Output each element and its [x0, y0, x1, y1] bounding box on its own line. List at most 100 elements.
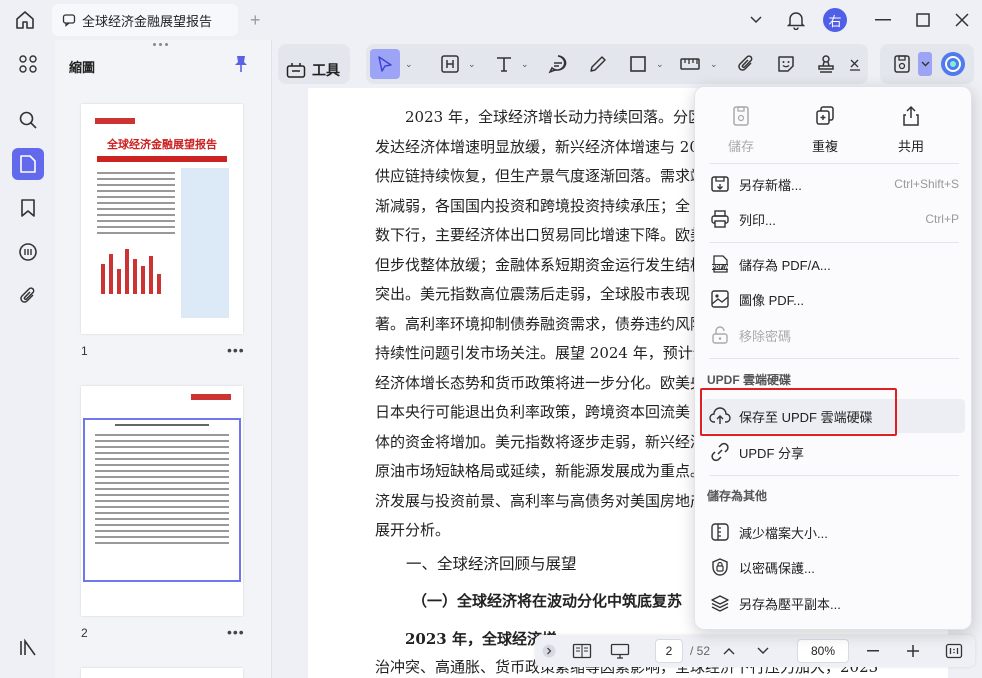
next-page-icon[interactable]	[755, 641, 771, 661]
thumbnail-heading: 全球经济金融展望报告	[107, 138, 217, 151]
save-as-item[interactable]: 另存新檔... Ctrl+Shift+S	[703, 167, 965, 201]
title-bar: 全球经济金融展望报告 + 右	[0, 0, 982, 40]
page-2-more-button[interactable]: •••	[227, 624, 245, 640]
tools-button[interactable]: 工具	[278, 44, 350, 84]
image-pdf-item[interactable]: 圖像 PDF...	[703, 282, 965, 316]
two-page-view-icon[interactable]	[571, 641, 593, 661]
sidebar-toggle-icon[interactable]	[12, 632, 44, 664]
page-number-1: 1	[81, 344, 88, 358]
toolbar: 工具 ⌄ ⌄ ⌄ ⌄ ⌄	[272, 40, 982, 88]
save-disk-icon[interactable]	[890, 52, 914, 76]
text-tool-icon[interactable]	[492, 52, 516, 76]
share-icon	[903, 105, 919, 126]
highlight-text-icon[interactable]	[438, 52, 462, 76]
attachment-icon[interactable]	[12, 280, 44, 312]
previous-page-icon[interactable]	[721, 641, 737, 661]
remove-password-label: 移除密碼	[739, 328, 792, 344]
actual-size-icon[interactable]	[943, 641, 965, 661]
password-protect-item[interactable]: 以密碼保護...	[703, 550, 965, 584]
duplicate-action[interactable]: 重複	[795, 105, 855, 155]
maximize-icon[interactable]	[912, 8, 934, 32]
layers-icon	[709, 592, 731, 614]
updf-share-item[interactable]: UPDF 分享	[703, 435, 965, 469]
menu-top-actions: 儲存 重複 共用	[695, 87, 973, 157]
pencil-icon[interactable]	[586, 52, 610, 76]
save-as-pdfa-label: 儲存為 PDF/A...	[739, 257, 831, 273]
share-action[interactable]: 共用	[881, 105, 941, 155]
comment-list-icon[interactable]	[12, 236, 44, 268]
left-rail	[0, 40, 55, 678]
close-icon[interactable]	[951, 8, 973, 32]
zoom-out-icon[interactable]	[865, 641, 881, 661]
page-number-2: 2	[81, 626, 88, 640]
link-icon	[709, 441, 731, 463]
add-tab-button[interactable]: +	[250, 10, 261, 31]
remove-password-item[interactable]: 移除密碼	[703, 318, 965, 352]
save-as-pdfa-item[interactable]: PDF/A 儲存為 PDF/A...	[703, 247, 965, 281]
shield-lock-icon	[709, 556, 731, 578]
search-icon[interactable]	[12, 104, 44, 136]
chevron-down-icon	[921, 61, 929, 67]
zoom-level-select[interactable]: 80%	[797, 639, 849, 663]
page-thumbnail-2[interactable]	[81, 386, 243, 616]
measure-ruler-icon[interactable]	[678, 52, 702, 76]
chevron-down-icon[interactable]: ⌄	[710, 59, 718, 70]
flatten-copy-item[interactable]: 另存為壓平副本...	[703, 586, 965, 620]
menu-divider	[709, 163, 959, 164]
duplicate-action-label: 重複	[811, 139, 838, 154]
page-thumbnail-1[interactable]: 全球经济金融展望报告	[81, 104, 243, 334]
zoom-in-icon[interactable]	[905, 641, 921, 661]
thumbnails-panel: 縮圖 全球经济金融展望报告 1 ••• 2 •••	[55, 40, 272, 678]
chevron-down-icon[interactable]: ⌄	[405, 59, 413, 70]
bookmark-icon[interactable]	[12, 192, 44, 224]
thumbnails-title: 縮圖	[69, 60, 96, 75]
signature-icon[interactable]	[848, 52, 862, 76]
menu-divider	[709, 358, 959, 359]
reduce-size-item[interactable]: 減少檔案大小...	[703, 515, 965, 549]
image-pdf-icon	[709, 288, 731, 310]
bottom-bar: 2 / 52 80%	[535, 635, 975, 667]
save-menu: 儲存 重複 共用 另存新檔... Ctrl+Shift+S 列印... Ctrl…	[694, 86, 972, 630]
print-item[interactable]: 列印... Ctrl+P	[703, 202, 965, 236]
share-action-label: 共用	[897, 139, 924, 154]
apps-grid-icon[interactable]	[12, 48, 44, 80]
menu-divider	[709, 242, 959, 243]
chevron-down-icon[interactable]: ⌄	[468, 59, 476, 70]
highlight-box	[700, 388, 897, 436]
home-icon[interactable]	[14, 9, 38, 31]
logo-mark	[191, 394, 231, 400]
svg-text:PDF/A: PDF/A	[712, 265, 729, 271]
document-tab[interactable]: 全球经济金融展望报告	[52, 4, 238, 36]
stamp-icon[interactable]	[814, 52, 838, 76]
comment-icon	[62, 14, 76, 27]
section-heading: 一、全球经济回顾与展望	[406, 555, 577, 573]
save-disk-icon	[733, 106, 749, 126]
chevron-down-icon[interactable]: ⌄	[656, 59, 664, 70]
printer-icon	[709, 208, 731, 230]
rectangle-shape-icon[interactable]	[626, 52, 650, 76]
chevron-right-icon[interactable]	[541, 641, 557, 661]
avatar[interactable]: 右	[823, 8, 847, 32]
page-number-input[interactable]: 2	[655, 639, 683, 663]
comment-icon[interactable]	[546, 52, 570, 76]
select-cursor-icon[interactable]	[370, 49, 400, 79]
chevron-down-icon[interactable]: ⌄	[521, 59, 529, 70]
chevron-down-icon[interactable]	[748, 8, 764, 32]
drag-handle[interactable]	[153, 43, 171, 47]
minimize-icon[interactable]	[872, 8, 894, 32]
tab-title: 全球经济金融展望报告	[82, 13, 213, 29]
sticker-icon[interactable]	[774, 52, 798, 76]
thumb-side-col	[181, 168, 229, 318]
updf-ai-icon[interactable]	[940, 51, 966, 77]
pin-icon[interactable]	[233, 55, 249, 73]
bell-icon[interactable]	[785, 8, 807, 32]
page-thumbnail-3[interactable]	[81, 668, 243, 678]
attachment-icon[interactable]	[734, 52, 758, 76]
thumbnail-page-icon[interactable]	[12, 148, 44, 180]
subsection-heading: （一）全球经济将在波动分化中筑底复苏	[412, 592, 683, 610]
save-action[interactable]: 儲存	[711, 105, 771, 155]
page-1-more-button[interactable]: •••	[227, 342, 245, 358]
print-label: 列印...	[739, 212, 776, 228]
save-options-toggle[interactable]	[918, 52, 932, 76]
presentation-icon[interactable]	[609, 641, 631, 661]
